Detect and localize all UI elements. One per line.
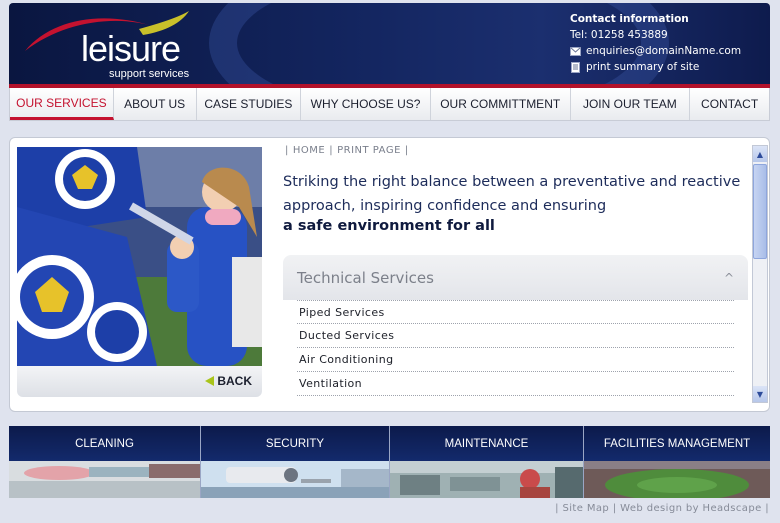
service-item-ducted[interactable]: Ducted Services [297, 324, 734, 348]
document-icon [571, 61, 580, 73]
back-button[interactable]: BACK [205, 374, 252, 388]
nav-why-choose-us[interactable]: WHY CHOOSE US? [301, 88, 431, 120]
tile-facilities-management[interactable]: FACILITIES MANAGEMENT [584, 426, 770, 498]
breadcrumb: | HOME | PRINT PAGE | [285, 145, 409, 156]
print-summary-row[interactable]: print summary of site [570, 59, 741, 75]
nav-join-our-team[interactable]: JOIN OUR TEAM [571, 88, 691, 120]
tile-security[interactable]: SECURITY [201, 426, 390, 498]
tile-maintenance-label: MAINTENANCE [390, 426, 583, 461]
content-scrollbar[interactable]: ▲ ▼ [752, 145, 768, 403]
service-tiles: CLEANING SECURITY MAINTENANCE FACILITIES… [9, 426, 770, 498]
photo-caption-bar: BACK [17, 366, 262, 397]
intro-highlight: a safe environment for all [283, 218, 495, 234]
hero-photo [17, 147, 262, 366]
scroll-down-icon[interactable]: ▼ [753, 386, 767, 402]
tile-maintenance[interactable]: MAINTENANCE [390, 426, 584, 498]
contact-email-row[interactable]: enquiries@domainName.com [570, 43, 741, 59]
service-item-ventilation[interactable]: Ventilation [297, 372, 734, 396]
cleaning-image [9, 461, 200, 498]
breadcrumb-home[interactable]: HOME [293, 145, 325, 156]
main-navigation: OUR SERVICES ABOUT US CASE STUDIES WHY C… [9, 88, 770, 121]
contact-email-link[interactable]: enquiries@domainName.com [586, 43, 741, 59]
logo-tagline: support services [109, 68, 190, 80]
contact-phone: Tel: 01258 453889 [570, 29, 668, 41]
content-panel: BACK | HOME | PRINT PAGE | Striking the righ… [9, 137, 770, 412]
accordion-header[interactable]: Technical Services ^ [283, 255, 748, 300]
service-item-air-conditioning[interactable]: Air Conditioning [297, 348, 734, 372]
scroll-up-icon[interactable]: ▲ [753, 146, 767, 162]
tile-maintenance-image [390, 461, 583, 498]
football-fans-image [17, 147, 262, 366]
services-list: Piped Services Ducted Services Air Condi… [297, 300, 734, 396]
sitemap-link[interactable]: Site Map [563, 503, 610, 514]
contact-block: Contact information Tel: 01258 453889 en… [570, 11, 741, 75]
nav-about-us[interactable]: ABOUT US [114, 88, 197, 120]
print-summary-link[interactable]: print summary of site [586, 59, 699, 75]
logo-wordmark: leisure [81, 28, 181, 69]
nav-contact[interactable]: CONTACT [690, 88, 769, 120]
back-arrow-icon [205, 376, 215, 386]
maintenance-image [390, 461, 583, 498]
security-camera-image [201, 461, 389, 498]
design-credit-link[interactable]: Web design by Headscape [620, 503, 761, 514]
stadium-image [584, 461, 770, 498]
print-page-link[interactable]: PRINT PAGE [337, 145, 401, 156]
tile-cleaning-image [9, 461, 200, 498]
envelope-icon [570, 46, 581, 56]
collapse-caret-icon[interactable]: ^ [724, 271, 734, 285]
tile-facilities-image [584, 461, 770, 498]
nav-our-committment[interactable]: OUR COMMITTMENT [431, 88, 571, 120]
scrollbar-thumb[interactable] [753, 164, 767, 259]
tile-cleaning[interactable]: CLEANING [9, 426, 201, 498]
tile-security-label: SECURITY [201, 426, 389, 461]
back-label: BACK [217, 374, 252, 388]
tile-security-image [201, 461, 389, 498]
service-item-piped[interactable]: Piped Services [297, 300, 734, 324]
tile-cleaning-label: CLEANING [9, 426, 200, 461]
site-footer: | Site Map | Web design by Headscape | [555, 503, 769, 514]
nav-case-studies[interactable]: CASE STUDIES [197, 88, 302, 120]
technical-services-accordion: Technical Services ^ Piped Services Duct… [283, 255, 748, 405]
site-logo[interactable]: leisure support services [21, 9, 201, 81]
site-header: leisure support services Contact informa… [9, 3, 770, 88]
intro-text: Striking the right balance between a pre… [283, 174, 741, 214]
contact-title: Contact information [570, 13, 689, 25]
accordion-title: Technical Services [297, 268, 434, 287]
tile-facilities-label: FACILITIES MANAGEMENT [584, 426, 770, 461]
nav-our-services[interactable]: OUR SERVICES [10, 88, 114, 120]
